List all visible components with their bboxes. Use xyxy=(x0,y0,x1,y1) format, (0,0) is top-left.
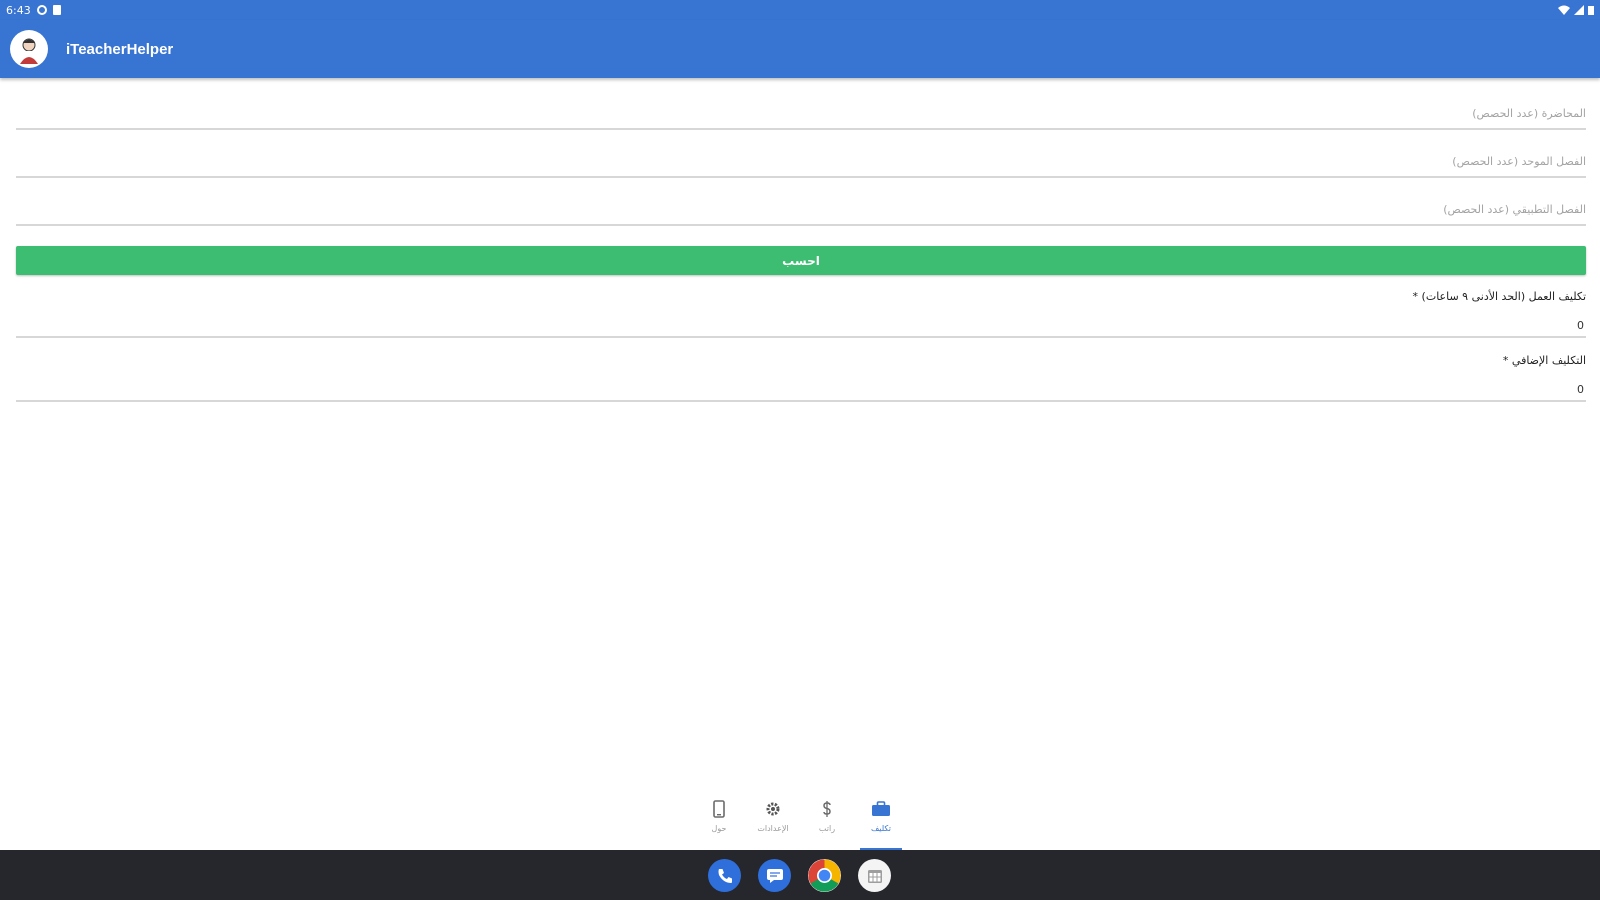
work-assignment-value: 0 xyxy=(1577,319,1584,332)
dollar-icon xyxy=(823,801,831,817)
teacher-avatar[interactable] xyxy=(10,30,48,68)
app-title: iTeacherHelper xyxy=(66,40,174,58)
sync-icon xyxy=(36,5,47,15)
dock-messages-app[interactable] xyxy=(758,859,791,892)
status-bar: 6:43 xyxy=(0,0,1600,20)
dock-calendar-app[interactable] xyxy=(858,859,891,892)
briefcase-icon xyxy=(872,801,890,816)
battery-icon xyxy=(1588,6,1594,15)
status-time: 6:43 xyxy=(6,3,31,17)
unified-class-sessions-field[interactable]: الفصل الموحد (عدد الحصص) xyxy=(16,130,1586,178)
work-assignment-label: تكليف العمل (الحد الأدنى ٩ ساعات) * xyxy=(1412,290,1586,303)
messages-icon xyxy=(766,868,783,883)
gear-icon xyxy=(766,802,780,816)
calculate-button[interactable]: احسب xyxy=(16,246,1586,275)
work-assignment-result: تكليف العمل (الحد الأدنى ٩ ساعات) * 0 xyxy=(16,290,1586,338)
lecture-sessions-field[interactable]: المحاضرة (عدد الحصص) xyxy=(16,78,1586,130)
wifi-icon xyxy=(1558,5,1570,15)
applied-class-sessions-placeholder: الفصل التطبيقي (عدد الحصص) xyxy=(1443,203,1586,216)
extra-assignment-value: 0 xyxy=(1577,383,1584,396)
phone-device-icon xyxy=(713,800,725,818)
applied-class-sessions-field[interactable]: الفصل التطبيقي (عدد الحصص) xyxy=(16,178,1586,226)
extra-assignment-label: التكليف الإضافي * xyxy=(1502,354,1586,367)
extra-assignment-result: التكليف الإضافي * 0 xyxy=(16,354,1586,402)
nav-item-assignment[interactable]: تكليف xyxy=(854,790,908,850)
nav-item-salary[interactable]: راتب xyxy=(800,790,854,850)
dock-chrome-app[interactable] xyxy=(808,859,841,892)
nav-label-salary: راتب xyxy=(818,824,836,833)
nav-item-about[interactable]: حول xyxy=(692,790,746,850)
nav-label-settings: الإعدادات xyxy=(757,824,789,833)
input-form: المحاضرة (عدد الحصص) الفصل الموحد (عدد ا… xyxy=(16,78,1586,226)
chrome-icon xyxy=(808,859,841,892)
lecture-sessions-placeholder: المحاضرة (عدد الحصص) xyxy=(1472,107,1586,120)
system-dock-bar xyxy=(0,850,1600,900)
phone-icon xyxy=(718,868,732,883)
nav-item-settings[interactable]: الإعدادات xyxy=(746,790,800,850)
signal-icon xyxy=(1574,5,1584,15)
sd-card-icon xyxy=(52,5,61,15)
calendar-icon xyxy=(867,869,882,883)
bottom-navigation: حول الإعدادات راتب تكليف xyxy=(0,790,1600,850)
unified-class-sessions-placeholder: الفصل الموحد (عدد الحصص) xyxy=(1452,155,1586,168)
nav-label-assignment: تكليف xyxy=(871,824,891,833)
dock-phone-app[interactable] xyxy=(708,859,741,892)
teacher-face-icon xyxy=(20,38,38,64)
app-bar: iTeacherHelper xyxy=(0,20,1600,78)
nav-label-about: حول xyxy=(711,824,727,833)
